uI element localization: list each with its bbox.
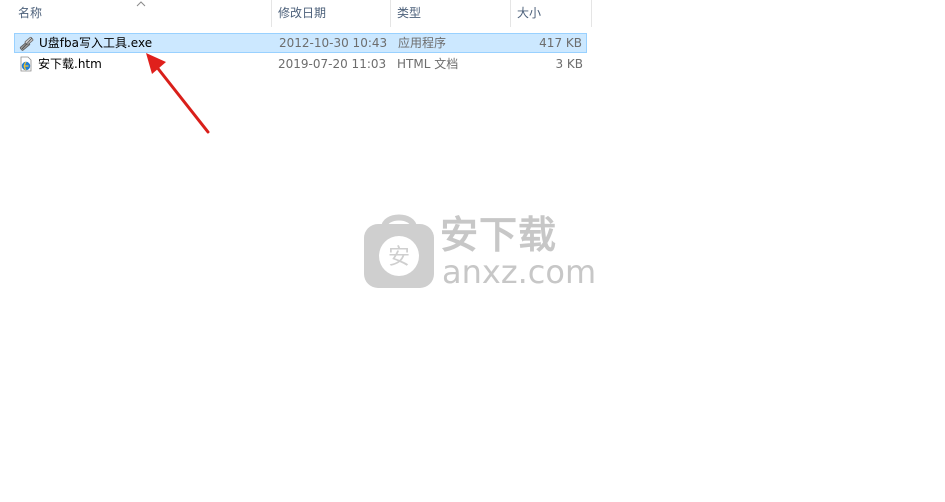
- watermark-title: 安下载: [440, 213, 558, 257]
- file-name: 安下载.htm: [38, 57, 102, 71]
- file-type: 应用程序: [398, 36, 447, 50]
- column-header-type[interactable]: 类型: [391, 0, 510, 27]
- file-name: U盘fba写入工具.exe: [39, 36, 153, 50]
- html-document-icon: [20, 56, 32, 72]
- file-row-exe[interactable]: U盘fba写入工具.exe 2012-10-30 10:43 应用程序 417 …: [14, 33, 587, 53]
- watermark-domain: anxz.com: [442, 253, 597, 291]
- column-header-name[interactable]: 名称: [12, 0, 270, 27]
- file-size: 417 KB: [539, 36, 582, 50]
- file-explorer-view: 名称 修改日期 类型 大小 U盘fba写入工具.exe 2012-10-30 1…: [0, 0, 945, 502]
- red-arrow-annotation: [146, 53, 210, 134]
- anxz-watermark: 安 安下载 anxz.com: [362, 208, 596, 292]
- column-header-bar: 名称 修改日期 类型 大小: [0, 0, 593, 27]
- file-size: 3 KB: [555, 57, 583, 71]
- file-row-htm[interactable]: 安下载.htm 2019-07-20 11:03 HTML 文档 3 KB: [14, 55, 587, 75]
- file-date: 2012-10-30 10:43: [279, 36, 388, 50]
- exe-app-icon: [19, 36, 34, 51]
- file-date: 2019-07-20 11:03: [278, 57, 387, 71]
- column-header-date[interactable]: 修改日期: [272, 0, 390, 27]
- column-divider[interactable]: [591, 0, 592, 27]
- file-type: HTML 文档: [397, 57, 459, 71]
- watermark-badge-char: 安: [388, 245, 410, 270]
- shopping-bag-logo-icon: 安: [364, 214, 434, 288]
- column-header-size[interactable]: 大小: [511, 0, 591, 27]
